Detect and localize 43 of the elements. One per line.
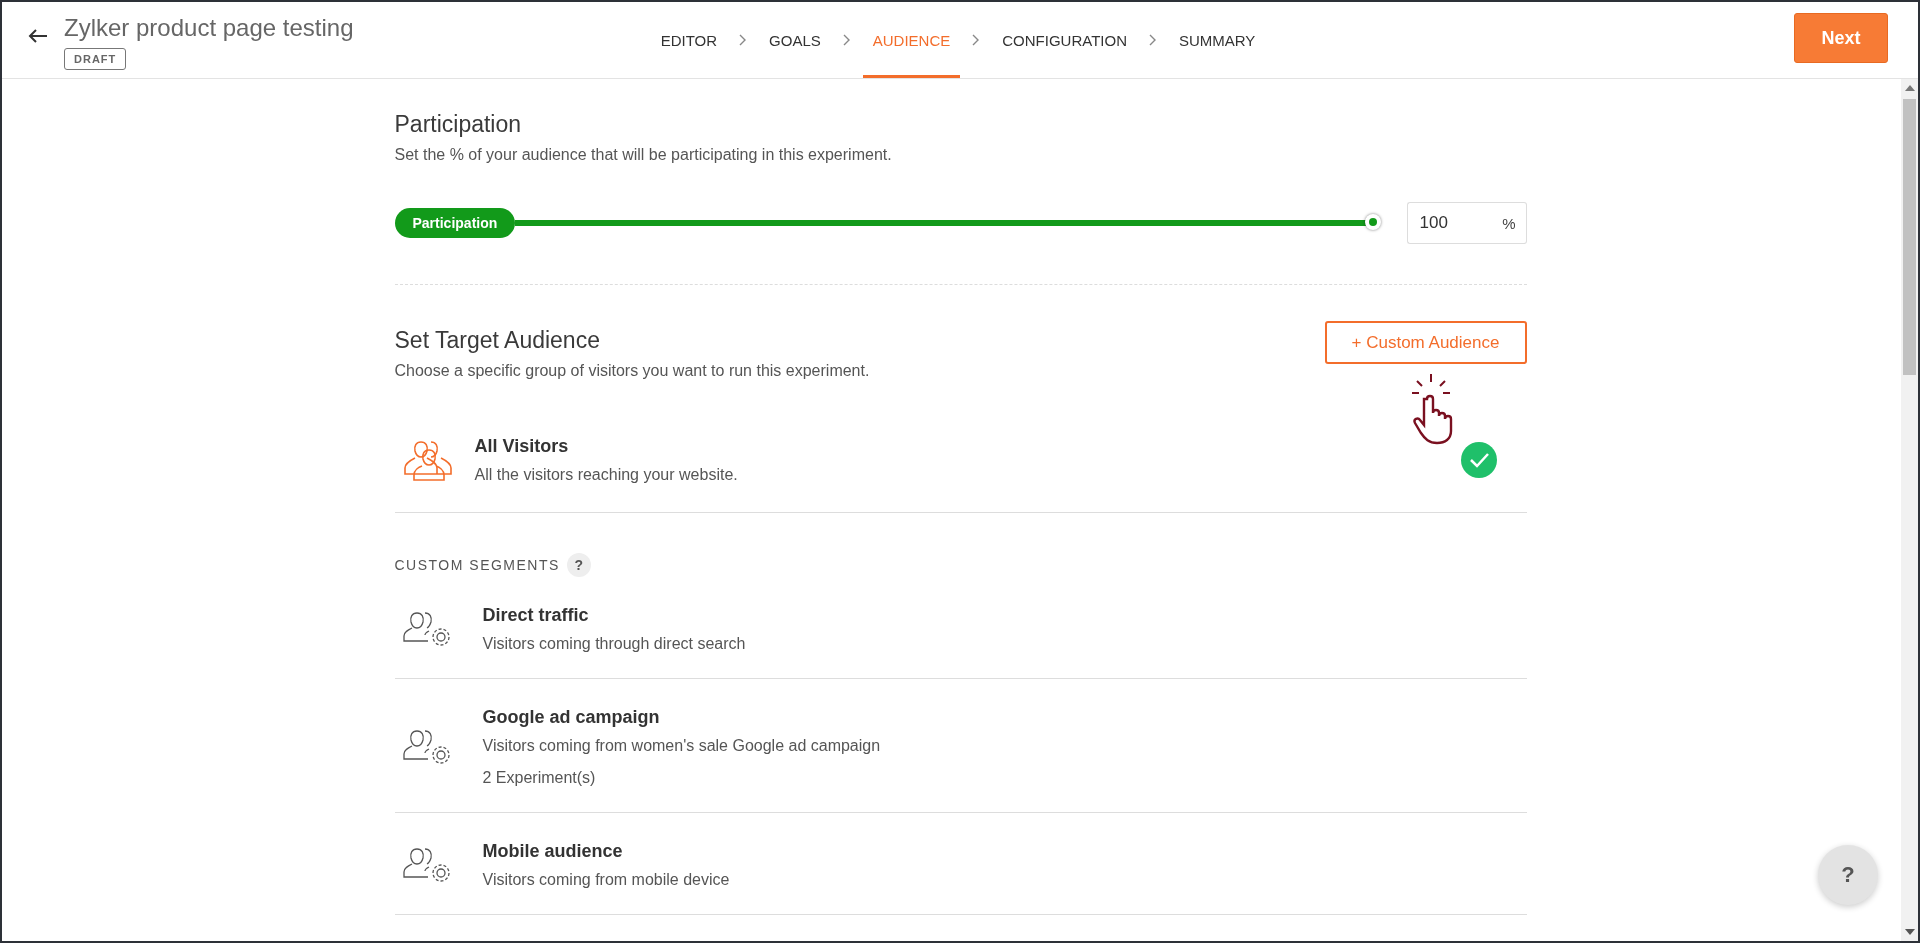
audience-description: All the visitors reaching your website.	[474, 466, 739, 484]
chevron-right-icon	[972, 34, 981, 46]
users-icon	[402, 438, 455, 482]
section-description: Set the % of your audience that will be participating in this experiment.	[394, 146, 893, 164]
chevron-right-icon	[1148, 34, 1157, 46]
scrollbar[interactable]	[1901, 79, 1918, 941]
segments-heading: CUSTOM SEGMENTS	[394, 557, 560, 573]
audience-row[interactable]: All Visitors All the visitors reaching your website.	[394, 380, 1527, 513]
slider-label: Participation	[394, 208, 516, 238]
scroll-up-icon[interactable]	[1904, 85, 1915, 91]
section-title: Participation	[394, 111, 523, 138]
users-gear-icon	[402, 609, 453, 649]
experiment-title: Zylker product page testing	[64, 14, 354, 42]
users-gear-icon	[402, 727, 453, 767]
segment-row[interactable]: Google ad campaign Visitors coming from women's sale Google ad campaign 2 Experiment(s)	[394, 679, 1527, 813]
step-tab[interactable]: CONFIGURATION	[992, 2, 1137, 78]
help-badge[interactable]: ?	[566, 553, 591, 577]
audience-name: All Visitors	[474, 436, 570, 457]
step-tab[interactable]: GOALS	[759, 2, 831, 78]
chevron-right-icon	[842, 34, 851, 46]
step-tab[interactable]: SUMMARY	[1168, 2, 1266, 78]
segment-name: Direct traffic	[482, 605, 590, 626]
help-button[interactable]: ?	[1818, 845, 1878, 905]
scroll-down-icon[interactable]	[1904, 929, 1915, 935]
segment-description: Visitors coming through direct search	[482, 635, 747, 653]
status-badge: DRAFT	[64, 48, 127, 70]
segment-name: Google ad campaign	[482, 707, 661, 728]
segment-description: Visitors coming from mobile device	[482, 871, 731, 889]
back-button[interactable]	[28, 28, 48, 44]
segment-row[interactable]: Mobile audience Visitors coming from mobile device	[394, 813, 1527, 915]
section-description: Choose a specific group of visitors you want to run this experiment.	[394, 362, 870, 380]
segment-row[interactable]: Direct traffic Visitors coming through direct search	[394, 577, 1527, 679]
slider-thumb[interactable]	[1364, 214, 1381, 230]
section-title: Set Target Audience	[394, 327, 601, 354]
participation-slider[interactable]	[515, 214, 1383, 232]
scrollbar-thumb[interactable]	[1903, 99, 1916, 375]
back-arrow-icon	[28, 28, 48, 44]
step-tab[interactable]: EDITOR	[650, 2, 728, 78]
chevron-right-icon	[739, 34, 748, 46]
experiment-count: 2 Experiment(s)	[482, 769, 597, 787]
segment-name: Mobile audience	[482, 841, 624, 862]
segment-description: Visitors coming from women's sale Google ad campaign	[482, 737, 882, 755]
users-gear-icon	[402, 845, 453, 885]
